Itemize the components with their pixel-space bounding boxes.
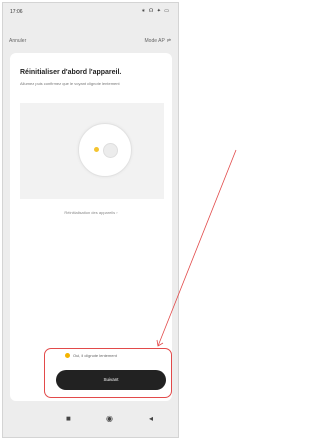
status-time: 17:06 — [10, 9, 23, 15]
status-bar: 17:06 ∗ ☊ ✦ ▭ — [3, 3, 178, 19]
reset-device-link-label: Réinitialisation des appareils — [64, 210, 116, 215]
device-illustration — [20, 103, 164, 199]
mode-label: Mode AP — [144, 38, 165, 44]
mode-selector[interactable]: Mode AP ⇌ — [145, 38, 172, 44]
screenshot-stage: 17:06 ∗ ☊ ✦ ▭ Annuler Mode AP ⇌ Réinitial… — [0, 0, 262, 443]
chevron-down-icon: ⇌ — [166, 38, 171, 44]
confirm-blinking-option[interactable]: Oui, il clignote lentement — [65, 353, 117, 359]
led-indicator-icon — [94, 147, 99, 152]
page-subtitle: Allumez puis confirmez que le voyant cli… — [20, 81, 120, 86]
device-button-icon — [103, 143, 118, 158]
chevron-right-icon: › — [116, 210, 118, 215]
confirm-blinking-label: Oui, il clignote lentement — [73, 353, 117, 358]
app-bar: Annuler Mode AP ⇌ — [3, 35, 178, 47]
system-nav-bar: ■ ◉ ◂ — [3, 407, 178, 437]
nav-back-icon[interactable]: ◂ — [149, 414, 153, 423]
page-title: Réinitialiser d'abord l'appareil. — [20, 69, 122, 76]
device-image — [78, 123, 132, 177]
nav-home-icon[interactable]: ◉ — [106, 414, 113, 423]
radio-checked-icon — [65, 353, 70, 359]
cancel-button[interactable]: Annuler — [9, 38, 26, 44]
reset-device-link[interactable]: Réinitialisation des appareils › — [10, 210, 172, 215]
next-button[interactable]: Suivant — [56, 370, 166, 390]
phone-screen: 17:06 ∗ ☊ ✦ ▭ Annuler Mode AP ⇌ Réinitial… — [2, 2, 179, 438]
status-icons: ∗ ☊ ✦ ▭ — [141, 8, 170, 14]
nav-square-icon[interactable]: ■ — [66, 414, 71, 423]
